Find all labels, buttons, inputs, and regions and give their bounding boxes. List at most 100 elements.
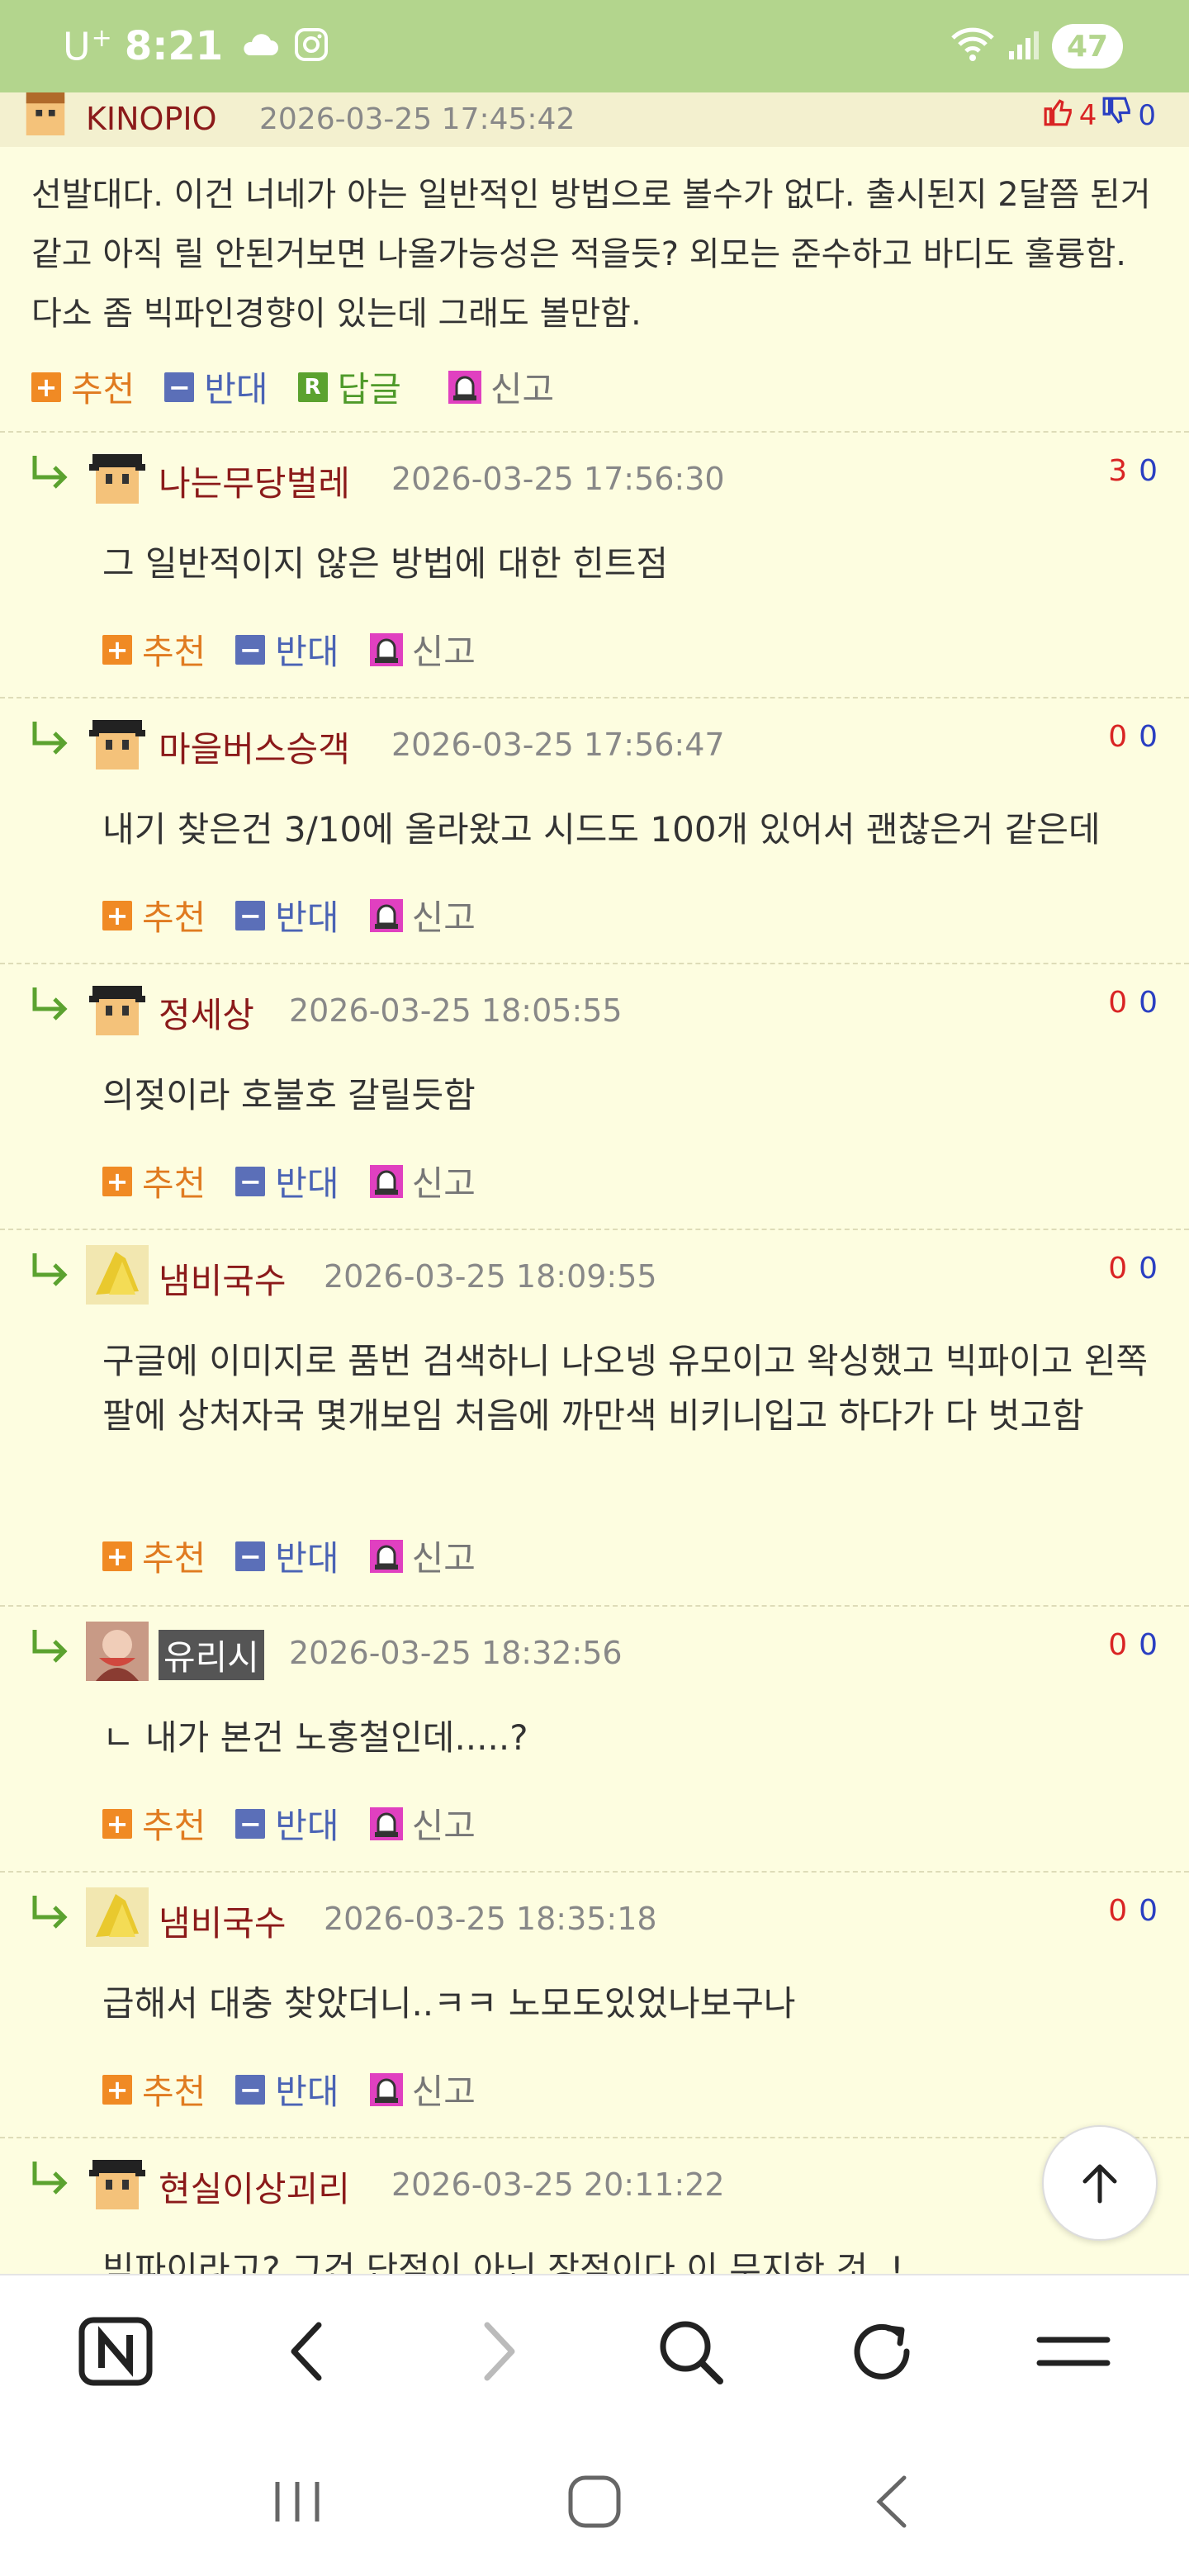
carrier-label: U+ bbox=[63, 23, 113, 69]
browser-toolbar bbox=[0, 2274, 1189, 2427]
recommend-button[interactable]: + 추천 bbox=[31, 362, 135, 412]
siren-icon bbox=[369, 1164, 403, 1198]
reply-text: 구글에 이미지로 품번 검색하니 나오넹 유모이고 왁싱했고 빅파이고 왼쪽 팔… bbox=[102, 1341, 1149, 1436]
oppose-button[interactable]: − 반대 bbox=[235, 2064, 339, 2114]
reply-nickname[interactable]: 냄비국수 bbox=[159, 1253, 287, 1304]
report-button[interactable]: 신고 bbox=[369, 2064, 476, 2114]
parent-comment-body: 선발대다. 이건 너네가 아는 일반적인 방법으로 볼수가 없다. 출시된지 2… bbox=[31, 176, 1151, 333]
scroll-top-button[interactable] bbox=[1042, 2125, 1158, 2241]
reply-text: 의젖이라 호불호 갈릴듯함 bbox=[102, 1075, 476, 1115]
recommend-button[interactable]: + 추천 bbox=[102, 2064, 206, 2114]
siren-icon bbox=[369, 1539, 403, 1573]
reply-arrow-icon bbox=[32, 1630, 68, 1663]
up-count: 3 bbox=[1108, 454, 1128, 488]
home-icon bbox=[568, 2475, 621, 2528]
down-count: 0 bbox=[1139, 1628, 1158, 1662]
parent-votes: 4 0 bbox=[1043, 96, 1156, 135]
oppose-button[interactable]: − 반대 bbox=[164, 362, 268, 412]
reply-nickname[interactable]: 현실이상괴리 bbox=[159, 2162, 350, 2212]
reply-text: 그 일반적이지 않은 방법에 대한 힌트점 bbox=[102, 543, 668, 584]
parent-date: 2026-03-25 17:45:42 bbox=[259, 102, 576, 136]
reply-votes: 00 bbox=[1108, 720, 1158, 754]
menu-icon bbox=[1036, 2337, 1111, 2366]
reply-comment: 정세상 2026-03-25 18:05:55 0 0 의젖이라 호불호 갈릴듯함 + 추천… bbox=[0, 963, 1189, 1229]
avatar bbox=[86, 1622, 149, 1681]
recent-apps-icon bbox=[275, 2482, 320, 2522]
avatar bbox=[89, 720, 145, 769]
search-button[interactable] bbox=[645, 2306, 736, 2397]
reply-button[interactable]: R 답글 bbox=[297, 362, 401, 412]
reply-date: 2026-03-25 18:05:55 bbox=[289, 992, 623, 1029]
forward-button[interactable] bbox=[453, 2306, 544, 2397]
reply-nickname[interactable]: 정세상 bbox=[159, 987, 254, 1038]
reply-actions: + 추천 − 반대 신고 bbox=[102, 890, 505, 940]
reply-date: 2026-03-25 20:11:22 bbox=[391, 2166, 725, 2203]
report-button[interactable]: 신고 bbox=[369, 890, 476, 940]
recommend-button[interactable]: + 추천 bbox=[102, 1156, 206, 1206]
oppose-button[interactable]: − 반대 bbox=[235, 890, 339, 940]
signal-icon bbox=[1007, 28, 1040, 64]
oppose-button[interactable]: − 반대 bbox=[235, 624, 339, 675]
report-button[interactable]: 신고 bbox=[369, 1531, 476, 1581]
up-count: 0 bbox=[1108, 986, 1128, 1020]
menu-button[interactable] bbox=[1028, 2306, 1119, 2397]
avatar bbox=[86, 1245, 149, 1305]
siren-icon bbox=[369, 1807, 403, 1840]
reply-arrow-icon bbox=[32, 456, 68, 489]
home-button[interactable] bbox=[553, 2460, 636, 2543]
parent-actions: + 추천 − 반대 R 답글 신고 bbox=[31, 362, 584, 412]
up-count: 0 bbox=[1108, 1894, 1128, 1928]
reply-text: 빅파이라고? 그건 단점이 아닌 장점이다 이 무지한 것..! bbox=[102, 2249, 904, 2274]
report-button[interactable]: 신고 bbox=[369, 1798, 476, 1849]
oppose-button[interactable]: − 반대 bbox=[235, 1156, 339, 1206]
down-count: 0 bbox=[1139, 1252, 1158, 1286]
naver-home-button[interactable] bbox=[70, 2306, 161, 2397]
avatar bbox=[89, 986, 145, 1035]
reply-actions: + 추천 − 반대 신고 bbox=[102, 2064, 505, 2114]
nav-back-icon bbox=[876, 2475, 907, 2528]
reply-votes: 00 bbox=[1108, 1628, 1158, 1662]
down-count: 0 bbox=[1139, 1894, 1158, 1928]
report-button[interactable]: 신고 bbox=[369, 1156, 476, 1206]
oppose-button[interactable]: − 반대 bbox=[235, 1798, 339, 1849]
reply-comment: 유리시 2026-03-25 18:32:56 0 0 ㄴ 내가 본건 노홍철인데...… bbox=[0, 1605, 1189, 1871]
recommend-button[interactable]: + 추천 bbox=[102, 1798, 206, 1849]
reply-date: 2026-03-25 18:35:18 bbox=[324, 1901, 657, 1937]
reply-arrow-icon bbox=[32, 722, 68, 755]
reply-nickname[interactable]: 마을버스승객 bbox=[159, 722, 350, 772]
oppose-button[interactable]: − 반대 bbox=[235, 1531, 339, 1581]
reply-votes: 00 bbox=[1108, 1894, 1158, 1928]
recent-apps-button[interactable] bbox=[256, 2460, 339, 2543]
reply-text: ㄴ 내가 본건 노홍철인데.....? bbox=[102, 1717, 528, 1758]
reply-date: 2026-03-25 17:56:30 bbox=[391, 461, 725, 497]
nav-back-button[interactable] bbox=[850, 2460, 933, 2543]
comment-list: KINOPIO 2026-03-25 17:45:42 4 0 선발대다. 이건… bbox=[0, 92, 1189, 2274]
recommend-button[interactable]: + 추천 bbox=[102, 624, 206, 675]
back-icon bbox=[291, 2322, 322, 2381]
reply-comment: 나는무당벌레 2026-03-25 17:56:30 3 0 그 일반적이지 않은 방법… bbox=[0, 431, 1189, 697]
report-button[interactable]: 신고 bbox=[369, 624, 476, 675]
avatar bbox=[89, 454, 145, 504]
parent-nickname[interactable]: KINOPIO bbox=[86, 101, 217, 137]
reply-text: 급해서 대충 찾았더니..ㅋㅋ 노모도있었나보구나 bbox=[102, 1983, 796, 2024]
recommend-button[interactable]: + 추천 bbox=[102, 1531, 206, 1581]
status-bar: U+ 8:21 47 bbox=[0, 0, 1189, 92]
reply-nickname[interactable]: 유리시 bbox=[159, 1630, 264, 1680]
reply-comment: 냄비국수 2026-03-25 18:35:18 0 0 급해서 대충 찾았더니..ㅋㅋ… bbox=[0, 1871, 1189, 2137]
recommend-button[interactable]: + 추천 bbox=[102, 890, 206, 940]
up-count: 0 bbox=[1108, 1628, 1128, 1662]
refresh-button[interactable] bbox=[836, 2306, 927, 2397]
reply-arrow-icon bbox=[32, 1253, 68, 1286]
system-nav-bar bbox=[0, 2427, 1189, 2576]
reply-comment: 냄비국수 2026-03-25 18:09:55 0 0 구글에 이미지로 품번 검색하… bbox=[0, 1229, 1189, 1605]
reply-nickname[interactable]: 나는무당벌레 bbox=[159, 456, 350, 506]
back-button[interactable] bbox=[262, 2306, 353, 2397]
reply-date: 2026-03-25 17:56:47 bbox=[391, 727, 725, 763]
reply-votes: 00 bbox=[1108, 1252, 1158, 1286]
status-time: 8:21 bbox=[124, 23, 224, 69]
report-button[interactable]: 신고 bbox=[448, 362, 554, 412]
avatar bbox=[86, 1887, 149, 1947]
reply-nickname[interactable]: 냄비국수 bbox=[159, 1896, 287, 1946]
reply-actions: + 추천 − 반대 신고 bbox=[102, 624, 505, 675]
down-count: 0 bbox=[1139, 454, 1158, 488]
